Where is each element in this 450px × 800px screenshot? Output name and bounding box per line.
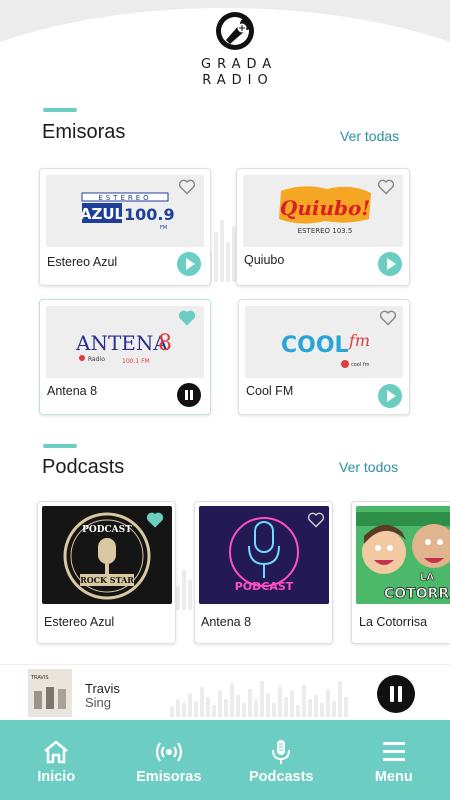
bottom-navigation: Inicio Emisoras Podcasts Menu	[0, 720, 450, 800]
cover-text: ROCK STAR	[80, 575, 134, 585]
station-card-antena-8[interactable]: ANTENA 8 Radio 100.1 FM Antena 8	[39, 299, 211, 415]
cover-text: PODCAST	[235, 580, 294, 593]
podcast-card-antena-8[interactable]: PODCAST Antena 8	[194, 501, 333, 644]
pause-icon	[185, 390, 193, 400]
now-playing-artist: Travis	[85, 681, 120, 696]
section-accent	[43, 108, 77, 112]
station-card-estereo-azul[interactable]: ESTEREO AZUL 100.9 FM Estereo Azul	[39, 168, 211, 286]
logo-text: COOL	[281, 333, 349, 358]
nav-item-menu[interactable]: Menu	[338, 720, 450, 800]
logo-text: 100.9	[124, 205, 175, 224]
logo-text: ESTEREO	[98, 194, 151, 202]
cover-text: PODCAST	[82, 525, 132, 535]
play-button[interactable]	[378, 384, 402, 408]
favorite-heart-icon[interactable]	[178, 310, 196, 326]
nav-item-emisoras[interactable]: Emisoras	[113, 720, 226, 800]
podcast-name: La Cotorrisa	[359, 615, 428, 629]
decorative-equalizer	[170, 671, 348, 717]
nav-label: Menu	[374, 769, 413, 785]
logo-text: cool fm	[351, 362, 370, 368]
favorite-heart-icon[interactable]	[146, 512, 164, 528]
favorite-heart-icon[interactable]	[379, 310, 397, 326]
podcast-name: Antena 8	[201, 615, 252, 629]
see-all-stations-link[interactable]: Ver todas	[340, 128, 399, 144]
section-title-emisoras: Emisoras	[42, 121, 126, 143]
album-art-image: TRAVIS	[28, 669, 72, 717]
section-accent	[43, 444, 77, 448]
logo-text: 100.1 FM	[122, 358, 150, 365]
nav-label: Inicio	[37, 769, 76, 785]
station-name: Cool FM	[246, 384, 294, 398]
play-icon	[186, 258, 195, 270]
hamburger-icon	[382, 742, 405, 761]
logo-text-line2: RADIO	[202, 73, 274, 88]
la-cotorrisa-art: LA COTORRIS	[356, 506, 450, 604]
favorite-heart-icon[interactable]	[178, 179, 196, 195]
logo-text: Quiubo!	[280, 196, 370, 220]
favorite-heart-icon[interactable]	[377, 179, 395, 195]
broadcast-icon	[155, 742, 182, 762]
play-button[interactable]	[177, 252, 201, 276]
section-title-podcasts: Podcasts	[42, 456, 125, 478]
podcast-card-estereo-azul[interactable]: PODCAST ROCK STAR Estereo Azul	[37, 501, 176, 644]
logo-text: ANTENA	[75, 331, 168, 355]
home-icon	[44, 740, 69, 764]
album-art-text: TRAVIS	[30, 675, 49, 681]
microphone-icon	[272, 740, 291, 764]
station-name: Estereo Azul	[47, 255, 118, 269]
nav-item-podcasts[interactable]: Podcasts	[225, 720, 338, 800]
podcast-card-la-cotorrisa[interactable]: LA COTORRIS La Cotorrisa	[351, 501, 450, 644]
see-all-podcasts-link[interactable]: Ver todos	[339, 459, 398, 475]
nav-item-inicio[interactable]: Inicio	[0, 720, 113, 800]
pause-button[interactable]	[177, 383, 201, 407]
cover-text: COTORRIS	[384, 586, 450, 602]
podcast-cover: LA COTORRIS	[356, 506, 450, 604]
favorite-heart-icon[interactable]	[307, 512, 325, 528]
logo-text: fm	[348, 331, 370, 350]
cover-text: LA	[420, 572, 434, 583]
station-name: Quiubo	[244, 253, 285, 267]
play-icon	[387, 258, 396, 270]
logo-text: 8	[158, 331, 172, 356]
player-pause-button[interactable]	[377, 675, 415, 713]
app-logo: GRADA RADIO	[195, 10, 275, 92]
album-art: TRAVIS	[28, 669, 72, 717]
station-card-quiubo[interactable]: Quiubo! ESTEREO 103.5 Quiubo	[236, 168, 410, 286]
now-playing-track: Sing	[85, 695, 112, 710]
logo-text: AZUL	[80, 205, 125, 223]
logo-text: ESTEREO 103.5	[298, 227, 353, 235]
play-button[interactable]	[378, 252, 402, 276]
pause-icon	[390, 686, 402, 702]
station-name: Antena 8	[47, 384, 98, 398]
station-card-cool-fm[interactable]: COOL fm cool fm Cool FM	[238, 299, 410, 415]
now-playing-bar[interactable]: TRAVIS Travis Sing	[0, 664, 450, 720]
nav-label: Emisoras	[136, 769, 202, 785]
logo-text: Radio	[88, 356, 105, 363]
grada-radio-logo-icon	[216, 12, 254, 50]
podcast-name: Estereo Azul	[44, 615, 115, 629]
nav-label: Podcasts	[249, 769, 314, 785]
logo-text: FM	[160, 225, 167, 231]
play-icon	[387, 390, 396, 402]
logo-text-line1: GRADA	[201, 57, 278, 72]
